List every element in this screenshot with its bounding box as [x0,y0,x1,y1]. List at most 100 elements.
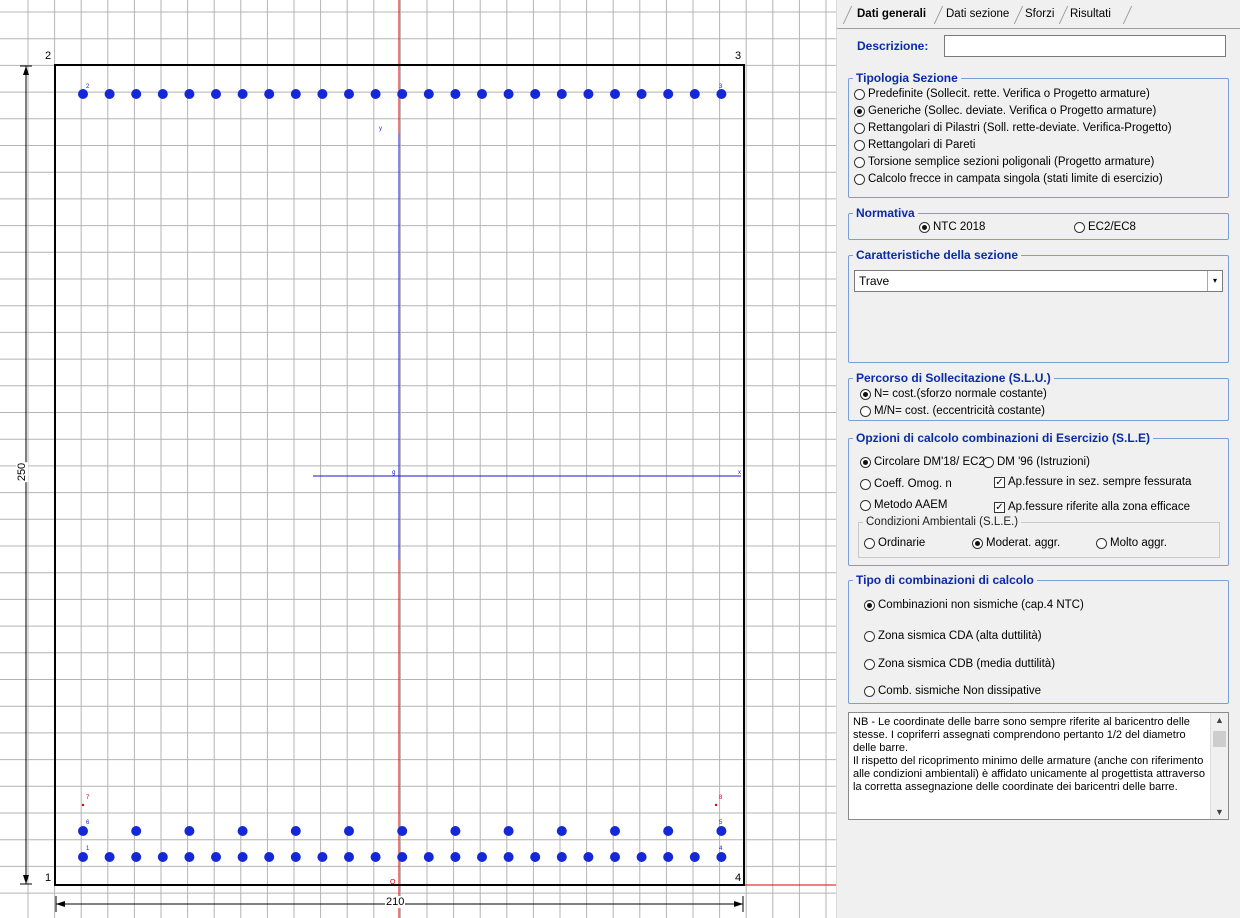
rebar-bottom [317,852,328,862]
chevron-up-icon[interactable]: ▲ [1211,713,1228,727]
bar-label-7: 7 [86,795,90,801]
option-label: Ap.fessure in sez. sempre fessurata [1008,476,1192,488]
chevron-down-icon[interactable]: ▼ [1211,805,1228,819]
notes-textarea[interactable]: NB - Le coordinate delle barre sono semp… [848,712,1229,820]
bar-label-8: 8 [719,795,723,801]
tipologia-option-pareti[interactable]: Rettangolari di Pareti [854,137,975,153]
ambientali-option-molto[interactable]: Molto aggr. [1096,535,1167,551]
rebar-bottom [211,852,221,862]
ambientali-option-ordinarie[interactable]: Ordinarie [864,535,925,551]
bar-label-4: 4 [719,846,723,852]
corner-label-1: 1 [45,872,52,884]
tab-risultati[interactable]: Risultati [1066,4,1115,24]
radio-icon [854,156,865,168]
option-label: Zona sismica CDB (media duttilità) [878,658,1056,670]
radio-icon [864,537,875,549]
condizioni-ambientali-group: Condizioni Ambientali (S.L.E.) Ordinarie… [858,515,1220,558]
comb-option-non-sismiche[interactable]: Combinazioni non sismiche (cap.4 NTC) [864,597,1084,613]
tipologia-option-frecce[interactable]: Calcolo frecce in campata singola (stati… [854,171,1163,187]
option-label: Comb. sismiche Non dissipative [878,685,1041,697]
descrizione-label: Descrizione: [857,39,929,53]
option-label: Molto aggr. [1110,537,1167,549]
comb-option-cda[interactable]: Zona sismica CDA (alta duttilità) [864,628,1042,644]
rebar-top [556,89,567,99]
tab-dati-sezione[interactable]: Dati sezione [942,4,1013,24]
tipologia-option-torsione[interactable]: Torsione semplice sezioni poligonali (Pr… [854,154,1154,170]
percorso-option-mn-cost[interactable]: M/N= cost. (eccentricità costante) [860,403,1045,419]
tipologia-option-pilastri[interactable]: Rettangolari di Pilastri (Soll. rette-de… [854,120,1172,136]
option-label: Combinazioni non sismiche (cap.4 NTC) [878,599,1084,611]
height-dimension-label: 250 [16,461,29,483]
radio-selected-icon [972,537,983,549]
section-drawing[interactable] [0,0,836,918]
option-label: Ap.fessure riferite alla zona efficace [1008,501,1190,513]
rebar-bottom [663,852,674,862]
rebar-bottom [78,852,88,862]
rebar-bottom [290,852,301,862]
rebar-top [397,89,408,99]
rebar-bottom [716,852,727,862]
tab-sforzi[interactable]: Sforzi [1021,4,1058,24]
rebar-bottom [344,852,354,862]
option-label: DM '96 (Istruzioni) [997,456,1090,468]
normativa-title: Normativa [853,205,918,221]
rebar-top [131,89,142,99]
sle-option-dm96[interactable]: DM '96 (Istruzioni) [983,454,1090,470]
rebar-top [583,89,594,99]
bar-label-2: 2 [86,84,90,90]
sle-option-circolare[interactable]: Circolare DM'18/ EC2 [860,454,985,470]
radio-icon [864,685,875,697]
rebar-bottom [636,852,647,862]
rebar-top [423,89,434,99]
barycenter-label: g [392,470,396,476]
rebar-bottom [157,852,168,862]
tipologia-option-generiche[interactable]: Generiche (Sollec. deviate. Verifica o P… [854,103,1156,119]
tab-dati-generali[interactable]: Dati generali [853,4,930,24]
comb-option-cdb[interactable]: Zona sismica CDB (media duttilità) [864,656,1055,672]
tab-divider [837,28,1240,29]
rebar-bottom [477,852,487,862]
sle-option-aaem[interactable]: Metodo AAEM [860,497,948,513]
scrollbar-thumb[interactable] [1213,731,1226,747]
notes-scrollbar[interactable]: ▲ ▼ [1210,713,1228,819]
properties-panel: Dati generali Dati sezione Sforzi Risult… [836,0,1240,918]
radio-selected-icon [919,221,930,233]
option-label: Ordinarie [878,537,926,549]
chevron-down-icon[interactable]: ▾ [1207,271,1222,291]
caratteristiche-select[interactable]: Trave ▾ [854,270,1223,292]
rebar-top [370,89,381,99]
rebar-second-layer [290,826,301,836]
rebar-top [78,89,88,99]
descrizione-input[interactable] [944,35,1226,57]
rebar-bottom [503,852,514,862]
radio-icon [1074,221,1085,233]
radio-icon [1096,537,1107,549]
rebar-second-layer [503,826,514,836]
sle-check-fessurata[interactable]: ✓ Ap.fessure in sez. sempre fessurata [994,474,1191,490]
normativa-option-ec2[interactable]: EC2/EC8 [1074,219,1136,235]
rebar-second-layer [131,826,142,836]
option-label: Metodo AAEM [874,499,948,511]
bar-label-5: 5 [719,820,723,826]
rebar-top [184,89,195,99]
corner-label-4: 4 [735,872,742,884]
sle-option-coeff-omog[interactable]: Coeff. Omog. n [860,476,952,492]
radio-icon [860,405,871,417]
tipo-combinazioni-group: Tipo di combinazioni di calcolo Combinaz… [848,572,1229,704]
option-label: Coeff. Omog. n [874,478,952,490]
rebar-bottom [370,852,381,862]
section-drawing-canvas[interactable]: 2 3 1 4 250 210 y x g O 1 2 3 4 5 6 7 8 [0,0,836,918]
sle-check-efficace[interactable]: ✓ Ap.fessure riferite alla zona efficace [994,499,1190,515]
radio-icon [854,173,865,185]
rebar-top [104,89,115,99]
ambientali-option-moderat[interactable]: Moderat. aggr. [972,535,1060,551]
tipo-combinazioni-title: Tipo di combinazioni di calcolo [853,572,1037,588]
comb-option-non-dissipative[interactable]: Comb. sismiche Non dissipative [864,683,1041,699]
percorso-group: Percorso di Sollecitazione (S.L.U.) N= c… [848,370,1229,421]
tipologia-option-predefinite[interactable]: Predefinite (Sollecit. rette. Verifica o… [854,86,1150,102]
normativa-option-ntc2018[interactable]: NTC 2018 [919,219,985,235]
rebar-second-layer [450,826,461,836]
percorso-option-n-cost[interactable]: N= cost.(sforzo normale costante) [860,386,1047,402]
rebar-second-layer [610,826,620,836]
rebar-top [317,89,328,99]
